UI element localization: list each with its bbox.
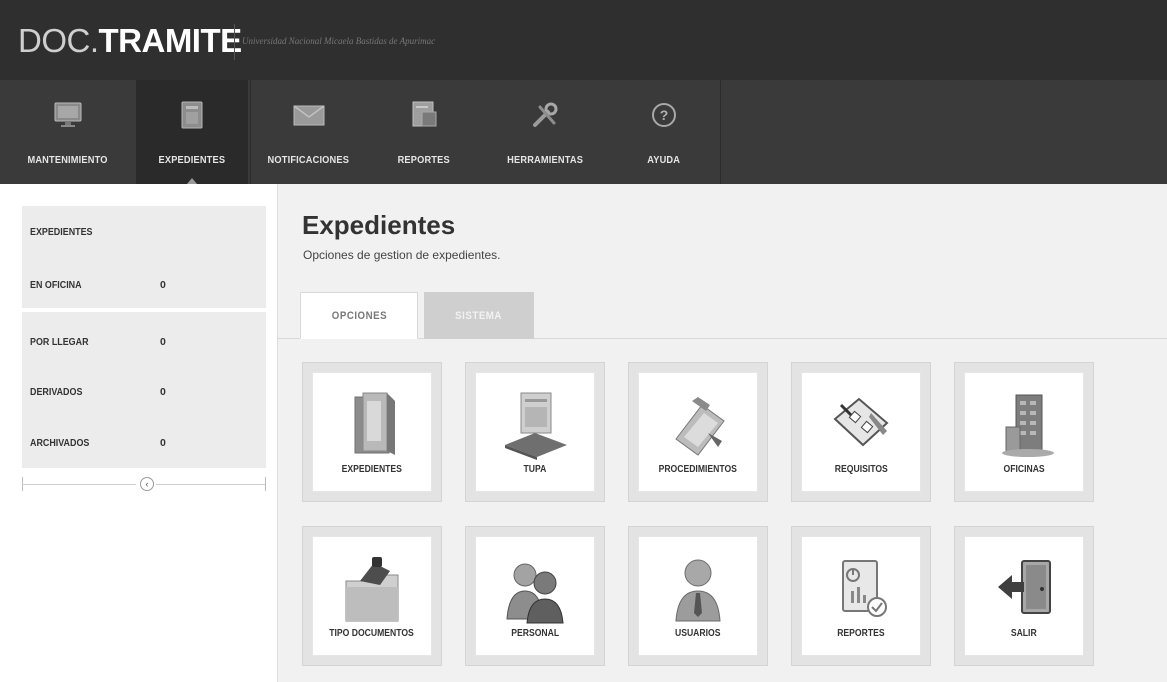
sidebar-item-label: EN OFICINA bbox=[30, 279, 82, 291]
sidebar: EXPEDIENTES EN OFICINA 0 POR LLEGAR 0 DE… bbox=[0, 184, 278, 682]
envelope-icon bbox=[292, 100, 326, 130]
folder-stamp-icon bbox=[313, 547, 431, 627]
tile-body: TUPA bbox=[475, 372, 595, 492]
tile-tupa[interactable]: TUPA bbox=[465, 362, 605, 502]
tile-oficinas[interactable]: OFICINAS bbox=[954, 362, 1094, 502]
sidebar-item-archivados[interactable]: ARCHIVADOS 0 bbox=[22, 423, 266, 463]
sidebar-item-derivados[interactable]: DERIVADOS 0 bbox=[22, 372, 266, 412]
sidebar-group-primary: EXPEDIENTES EN OFICINA 0 bbox=[22, 206, 266, 308]
nav-label: MANTENIMIENTO bbox=[27, 154, 109, 166]
tile-label: TIPO DOCUMENTOS bbox=[329, 627, 415, 639]
tile-personal[interactable]: PERSONAL bbox=[465, 526, 605, 666]
clipboard-icon bbox=[639, 383, 757, 463]
tile-body: EXPEDIENTES bbox=[312, 372, 432, 492]
nav-item-ayuda[interactable]: ? AYUDA bbox=[608, 80, 720, 184]
nav-label: NOTIFICACIONES bbox=[267, 154, 350, 166]
exit-door-icon bbox=[965, 547, 1083, 627]
collapse-bar-edge bbox=[265, 477, 266, 491]
tile-requisitos[interactable]: REQUISITOS bbox=[791, 362, 931, 502]
main-navigation: MANTENIMIENTO EXPEDIENTES NOTIFICACIONES… bbox=[0, 80, 1167, 184]
tile-label: EXPEDIENTES bbox=[341, 463, 403, 475]
tile-usuarios[interactable]: USUARIOS bbox=[628, 526, 768, 666]
nav-label: AYUDA bbox=[647, 154, 681, 166]
chevron-left-icon: ‹ bbox=[145, 479, 149, 489]
tools-icon bbox=[528, 100, 562, 130]
sidebar-item-label: POR LLEGAR bbox=[30, 336, 89, 348]
tile-label: SALIR bbox=[1011, 627, 1037, 639]
tile-reportes[interactable]: REPORTES bbox=[791, 526, 931, 666]
tab-sistema[interactable]: SISTEMA bbox=[424, 292, 534, 339]
nav-item-reportes[interactable]: REPORTES bbox=[366, 80, 482, 184]
tile-procedimientos[interactable]: PROCEDIMIENTOS bbox=[628, 362, 768, 502]
sidebar-collapse-bar: ‹ bbox=[22, 477, 266, 491]
tile-label: PROCEDIMIENTOS bbox=[658, 463, 738, 475]
checklist-icon bbox=[802, 383, 920, 463]
tab-opciones[interactable]: OPCIONES bbox=[300, 292, 418, 339]
sidebar-collapse-button[interactable]: ‹ bbox=[140, 477, 154, 491]
building-icon bbox=[965, 383, 1083, 463]
tile-body: PERSONAL bbox=[475, 536, 595, 656]
sidebar-item-count: 0 bbox=[160, 437, 166, 449]
sidebar-item-label: ARCHIVADOS bbox=[30, 437, 90, 449]
document-stack-icon bbox=[476, 383, 594, 463]
binders-icon bbox=[313, 383, 431, 463]
sidebar-header-label: EXPEDIENTES bbox=[30, 226, 93, 238]
app-logo[interactable]: DOC.TRAMITE bbox=[18, 22, 242, 60]
user-icon bbox=[639, 547, 757, 627]
nav-item-expedientes[interactable]: EXPEDIENTES bbox=[136, 80, 248, 184]
main-content: Expedientes Opciones de gestion de exped… bbox=[278, 184, 1167, 682]
svg-text:?: ? bbox=[660, 107, 669, 123]
folder-icon bbox=[175, 100, 209, 130]
tile-body: USUARIOS bbox=[638, 536, 758, 656]
nav-item-mantenimiento[interactable]: MANTENIMIENTO bbox=[0, 80, 136, 184]
tile-label: OFICINAS bbox=[1003, 463, 1045, 475]
help-icon: ? bbox=[647, 100, 681, 130]
sidebar-item-en-oficina[interactable]: EN OFICINA 0 bbox=[22, 265, 266, 305]
logo-text-light: DOC. bbox=[18, 22, 99, 59]
collapse-bar-line bbox=[156, 484, 266, 485]
monitor-icon bbox=[51, 100, 85, 130]
tile-tipo-documentos[interactable]: TIPO DOCUMENTOS bbox=[302, 526, 442, 666]
tile-label: REPORTES bbox=[837, 627, 885, 639]
tile-label: PERSONAL bbox=[511, 627, 559, 639]
sidebar-group-secondary: POR LLEGAR 0 DERIVADOS 0 ARCHIVADOS 0 bbox=[22, 312, 266, 468]
collapse-bar-line bbox=[22, 484, 136, 485]
report-chart-icon bbox=[802, 547, 920, 627]
tab-label: SISTEMA bbox=[455, 309, 503, 322]
tile-body: SALIR bbox=[964, 536, 1084, 656]
tile-body: REPORTES bbox=[801, 536, 921, 656]
tile-salir[interactable]: SALIR bbox=[954, 526, 1094, 666]
tab-label: OPCIONES bbox=[331, 309, 387, 322]
people-icon bbox=[476, 547, 594, 627]
nav-label: REPORTES bbox=[397, 154, 451, 166]
tile-label: USUARIOS bbox=[675, 627, 721, 639]
sidebar-item-count: 0 bbox=[160, 279, 166, 291]
nav-label: HERRAMIENTAS bbox=[507, 154, 583, 166]
sidebar-item-label: DERIVADOS bbox=[30, 386, 83, 398]
logo-text-bold: TRAMITE bbox=[98, 22, 243, 59]
nav-item-herramientas[interactable]: HERRAMIENTAS bbox=[482, 80, 608, 184]
organization-name: Universidad Nacional Micaela Bastidas de… bbox=[242, 36, 436, 46]
title-bar: DOC.TRAMITE Universidad Nacional Micaela… bbox=[0, 0, 1167, 81]
tile-body: REQUISITOS bbox=[801, 372, 921, 492]
nav-divider bbox=[720, 80, 721, 184]
tile-body: PROCEDIMIENTOS bbox=[638, 372, 758, 492]
logo-divider bbox=[234, 24, 235, 60]
nav-item-notificaciones[interactable]: NOTIFICACIONES bbox=[251, 80, 366, 184]
tile-label: REQUISITOS bbox=[834, 463, 888, 475]
nav-label: EXPEDIENTES bbox=[158, 154, 226, 166]
sidebar-item-count: 0 bbox=[160, 386, 166, 398]
report-icon bbox=[407, 100, 441, 130]
tile-body: OFICINAS bbox=[964, 372, 1084, 492]
tile-body: TIPO DOCUMENTOS bbox=[312, 536, 432, 656]
sidebar-item-count: 0 bbox=[160, 336, 166, 348]
page-subtitle: Opciones de gestion de expedientes. bbox=[303, 248, 501, 262]
page-title: Expedientes bbox=[302, 210, 456, 240]
tile-label: TUPA bbox=[523, 463, 547, 475]
tile-expedientes[interactable]: EXPEDIENTES bbox=[302, 362, 442, 502]
sidebar-item-por-llegar[interactable]: POR LLEGAR 0 bbox=[22, 322, 266, 362]
sidebar-header[interactable]: EXPEDIENTES bbox=[22, 212, 266, 252]
